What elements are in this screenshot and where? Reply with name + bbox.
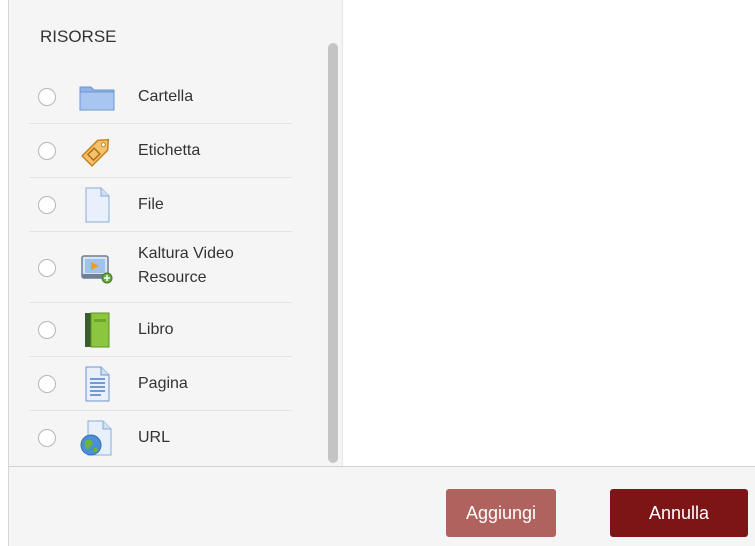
- resource-chooser-panel: RISORSE Cartella Etichetta File Kaltura …: [9, 0, 343, 466]
- dialog-left-edge: [0, 0, 9, 546]
- option-label: Kaltura Video Resource: [138, 242, 288, 290]
- video-resource-icon: [77, 248, 117, 288]
- option-cartella[interactable]: Cartella: [29, 70, 292, 124]
- option-kaltura-video-resource[interactable]: Kaltura Video Resource: [29, 232, 292, 303]
- option-label: File: [138, 196, 164, 213]
- option-label: Etichetta: [138, 142, 201, 159]
- radio-button[interactable]: [38, 88, 56, 106]
- option-pagina[interactable]: Pagina: [29, 357, 292, 411]
- option-label: Pagina: [138, 375, 188, 392]
- option-libro[interactable]: Libro: [29, 303, 292, 357]
- option-etichetta[interactable]: Etichetta: [29, 124, 292, 178]
- radio-button[interactable]: [38, 429, 56, 447]
- radio-button[interactable]: [38, 375, 56, 393]
- option-label: Libro: [138, 321, 174, 338]
- section-title: RISORSE: [40, 27, 117, 46]
- tag-icon: [77, 131, 117, 171]
- option-url[interactable]: URL: [29, 411, 292, 465]
- url-globe-icon: [77, 418, 117, 458]
- file-icon: [77, 185, 117, 225]
- page-icon: [77, 364, 117, 404]
- option-label: URL: [138, 429, 171, 446]
- option-label-line-1: Kaltura Video: [138, 245, 234, 262]
- option-label-line-2: Resource: [138, 269, 207, 286]
- option-label: Cartella: [138, 88, 194, 105]
- option-file[interactable]: File: [29, 178, 292, 232]
- radio-button[interactable]: [38, 142, 56, 160]
- folder-icon: [77, 77, 117, 117]
- book-icon: [77, 310, 117, 350]
- radio-button[interactable]: [38, 321, 56, 339]
- cancel-button[interactable]: Annulla: [610, 489, 748, 537]
- scrollbar-thumb[interactable]: [328, 43, 338, 463]
- add-button[interactable]: Aggiungi: [446, 489, 556, 537]
- radio-button[interactable]: [38, 259, 56, 277]
- radio-button[interactable]: [38, 196, 56, 214]
